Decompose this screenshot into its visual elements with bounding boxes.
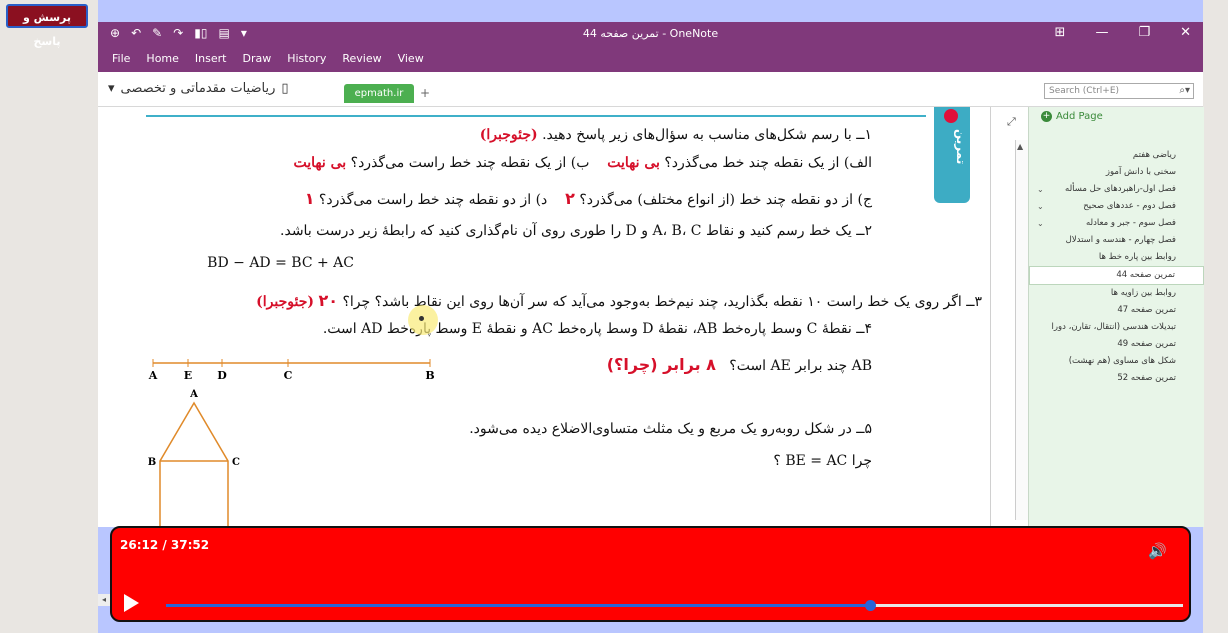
- restore-ribbon-icon[interactable]: ⊞: [1055, 25, 1066, 40]
- question-1a: الف) از یک نقطه چند خط می‌گذرد؟ بی نهایت…: [293, 155, 872, 171]
- house-figure: A B C: [148, 389, 240, 527]
- point-b-label: B: [425, 369, 434, 382]
- question-1: ۱ــ با رسم شکل‌های مناسب به سؤال‌های زیر…: [479, 127, 872, 143]
- page-item[interactable]: تمرین صفحه 44: [1029, 266, 1204, 285]
- page-item-label: تمرین صفحه 49: [1117, 339, 1176, 349]
- page-item-label: تبدیلات هندسی (انتقال، تقارن، دورا: [1051, 322, 1176, 332]
- scroll-up-icon[interactable]: ▲: [1017, 142, 1023, 151]
- question-5: ۵ــ در شکل روبه‌رو یک مربع و یک مثلث متس…: [469, 421, 872, 437]
- minimize-icon[interactable]: —: [1095, 25, 1108, 40]
- question-2-formula: BD − AD = BC + AC: [207, 255, 354, 271]
- page-item[interactable]: سخنی با دانش آموز: [1029, 164, 1204, 181]
- seek-bar[interactable]: [166, 600, 1183, 611]
- window-controls: ⊞ — ❐ ✕: [1055, 25, 1191, 40]
- menu-insert[interactable]: Insert: [195, 52, 227, 65]
- page-item[interactable]: ریاضی هفتم: [1029, 147, 1204, 164]
- notebook-title: ریاضیات مقدماتی و تخصصی: [120, 81, 276, 96]
- notebook-icon: ▯: [281, 81, 289, 96]
- page-item-label: سخنی با دانش آموز: [1105, 167, 1176, 177]
- notebook-selector[interactable]: ▯ ریاضیات مقدماتی و تخصصی ▾: [108, 81, 289, 96]
- pages-panel: + Add Page ریاضی هفتم سخنی با دانش آموز فص…: [1028, 107, 1204, 527]
- page-item-label: فصل دوم - عددهای صحیح: [1083, 201, 1176, 211]
- question-2: ۲ــ یک خط رسم کنید و نقاط A، B، C و D را…: [280, 223, 872, 239]
- notebook-bar: ▯ ریاضیات مقدماتی و تخصصی ▾ epmath.ir + …: [98, 72, 1203, 107]
- seek-progress: [166, 604, 870, 607]
- video-time: 26:12 / 37:52: [120, 538, 210, 552]
- menu-home[interactable]: Home: [146, 52, 178, 65]
- cursor-icon: [419, 316, 424, 321]
- segment-figure: A E D C B: [148, 359, 435, 382]
- page-item-label: ریاضی هفتم: [1132, 150, 1176, 160]
- note-page[interactable]: تمرین ۱ــ با رسم شکل‌های مناسب به سؤال‌ه…: [98, 107, 990, 527]
- page-list: ریاضی هفتم سخنی با دانش آموز فصل اول-راهبر…: [1029, 147, 1204, 387]
- page-item[interactable]: روابط بین زاویه ها: [1029, 285, 1204, 302]
- chevron-down-icon[interactable]: ⌄: [1037, 215, 1044, 232]
- question-4: ۴ــ نقطهٔ C وسط پاره‌خط AB، نقطهٔ D وسط …: [322, 321, 872, 337]
- page-item[interactable]: تمرین صفحه 52: [1029, 370, 1204, 387]
- page-item-label: فصل سوم - جبر و معادله: [1085, 218, 1176, 228]
- page-item[interactable]: شکل های مساوی (هم نهشت): [1029, 353, 1204, 370]
- page-item-label: فصل چهارم - هندسه و استدلال: [1065, 235, 1176, 245]
- plus-icon: +: [1041, 111, 1052, 122]
- menu-review[interactable]: Review: [342, 52, 381, 65]
- page-item-label: روابط بین پاره خط ها: [1098, 252, 1176, 262]
- page-item-label: تمرین صفحه 44: [1116, 270, 1175, 280]
- page-item[interactable]: روابط بین پاره خط ها: [1029, 249, 1204, 266]
- figure-right-label: C: [232, 457, 240, 468]
- page-item[interactable]: تبدیلات هندسی (انتقال، تقارن، دورا: [1029, 319, 1204, 336]
- page-item-label: روابط بین زاویه ها: [1110, 288, 1176, 298]
- search-icon[interactable]: ⌕▾: [1179, 84, 1190, 98]
- question-4b: AB چند برابر AE است؟ ۸ برابر (چرا؟): [606, 355, 872, 374]
- add-page-button[interactable]: + Add Page: [1041, 111, 1103, 122]
- play-icon[interactable]: [124, 594, 139, 612]
- menu-view[interactable]: View: [398, 52, 424, 65]
- close-icon[interactable]: ✕: [1180, 25, 1191, 40]
- search-input[interactable]: Search (Ctrl+E) ⌕▾: [1044, 83, 1194, 99]
- menu-history[interactable]: History: [287, 52, 326, 65]
- tamrin-tag: تمرین: [934, 107, 970, 203]
- page-item-label: شکل های مساوی (هم نهشت): [1068, 356, 1176, 366]
- seek-handle[interactable]: [864, 600, 876, 611]
- page-item-label: فصل اول-راهبردهای حل مسأله: [1065, 184, 1176, 194]
- page-item[interactable]: تمرین صفحه 47: [1029, 302, 1204, 319]
- page-item[interactable]: فصل اول-راهبردهای حل مسأله ⌄: [1029, 181, 1204, 198]
- menu-draw[interactable]: Draw: [242, 52, 271, 65]
- point-c-label: C: [284, 369, 293, 382]
- page-item-label: تمرین صفحه 52: [1117, 373, 1176, 383]
- scroll-left-icon[interactable]: ◂: [98, 594, 110, 606]
- qa-button[interactable]: پرسش و پاسخ: [6, 4, 88, 48]
- figure-apex-label: A: [189, 389, 198, 400]
- maximize-icon[interactable]: ❐: [1138, 25, 1150, 40]
- window-title: تمرین صفحه 44 - OneNote: [582, 27, 719, 40]
- expand-icon[interactable]: ⤢: [1007, 115, 1016, 129]
- question-5b: چرا BE = AC ؟: [773, 453, 872, 469]
- top-strip: [98, 0, 1203, 22]
- video-player: 26:12 / 37:52 🔊: [110, 526, 1191, 622]
- vertical-scrollbar[interactable]: ▲: [1015, 140, 1028, 520]
- point-d-label: D: [217, 369, 227, 382]
- page-item[interactable]: تمرین صفحه 49: [1029, 336, 1204, 353]
- page-title-line: [146, 115, 926, 117]
- page-item[interactable]: فصل چهارم - هندسه و استدلال: [1029, 232, 1204, 249]
- menu-bar: File Home Insert Draw History Review Vie…: [98, 46, 1203, 72]
- section-tab-epmath[interactable]: epmath.ir: [344, 84, 414, 103]
- menu-file[interactable]: File: [112, 52, 130, 65]
- figure-left-label: B: [148, 457, 156, 468]
- chevron-down-icon[interactable]: ⌄: [1037, 181, 1044, 198]
- record-dot-icon: [944, 109, 958, 123]
- page-item[interactable]: فصل سوم - جبر و معادله ⌄: [1029, 215, 1204, 232]
- question-1c: ج) از دو نقطه چند خط (از انواع مختلف) می…: [304, 189, 872, 208]
- volume-icon[interactable]: 🔊: [1148, 542, 1167, 560]
- chevron-down-icon[interactable]: ⌄: [1037, 198, 1044, 215]
- title-bar: ⊕ ↶ ✎ ↷ ▮▯ ▤ ▾ تمرین صفحه 44 - OneNote ⊞…: [98, 22, 1203, 46]
- question-3: ۳ــ اگر روی یک خط راست ۱۰ نقطه بگذارید، …: [256, 291, 982, 310]
- add-section-button[interactable]: +: [420, 86, 430, 100]
- page-item-label: تمرین صفحه 47: [1117, 305, 1176, 315]
- point-a-label: A: [148, 369, 158, 382]
- point-e-label: E: [184, 369, 192, 382]
- page-item[interactable]: فصل دوم - عددهای صحیح ⌄: [1029, 198, 1204, 215]
- chevron-down-icon: ▾: [108, 81, 115, 96]
